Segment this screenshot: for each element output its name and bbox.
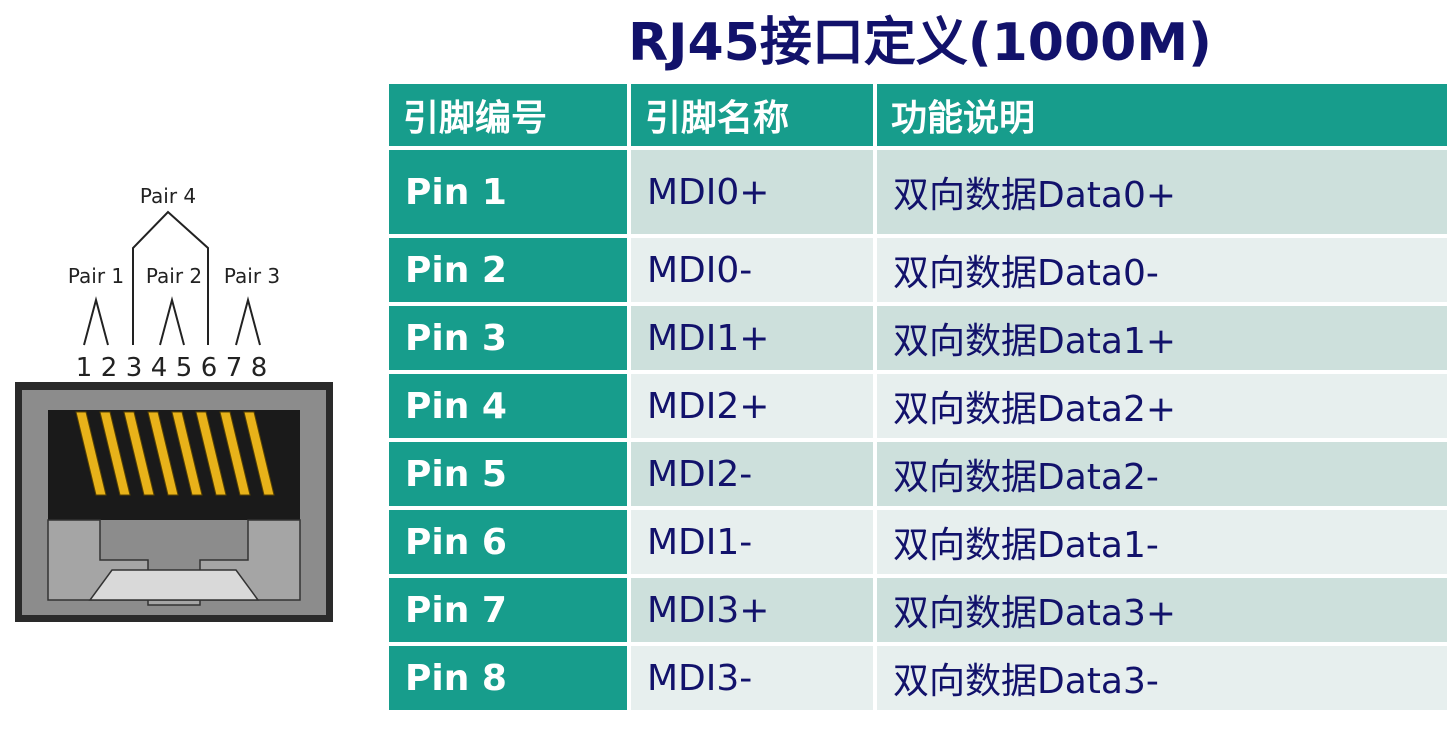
pin-function-cell: 双向数据Data0+ (877, 150, 1447, 234)
pair-4-label: Pair 4 (140, 184, 196, 208)
pin-function-cell: 双向数据Data3+ (877, 578, 1447, 642)
pin-name-cell: MDI1+ (631, 306, 873, 370)
pin-name-cell: MDI0- (631, 238, 873, 302)
pair-1-label: Pair 1 (68, 264, 124, 288)
table-row: Pin 8 MDI3- 双向数据Data3- (389, 646, 1447, 710)
pin-number-label: 2 (101, 353, 118, 383)
pin-number-cell: Pin 6 (389, 510, 627, 574)
pin-number-label: 8 (251, 353, 268, 383)
page-title: RJ45接口定义(1000M) (628, 13, 1212, 73)
pair-1-bracket (83, 296, 109, 346)
pin-name-cell: MDI3- (631, 646, 873, 710)
header-pin-number: 引脚编号 (389, 84, 627, 146)
pair-3-label: Pair 3 (224, 264, 280, 288)
table-row: Pin 6 MDI1- 双向数据Data1- (389, 510, 1447, 574)
table-header-row: 引脚编号 引脚名称 功能说明 (389, 84, 1447, 146)
table-row: Pin 1 MDI0+ 双向数据Data0+ (389, 150, 1447, 234)
pin-function-cell: 双向数据Data1+ (877, 306, 1447, 370)
pair-2-label: Pair 2 (146, 264, 202, 288)
pin-number-label: 6 (201, 353, 218, 383)
header-function: 功能说明 (877, 84, 1447, 146)
jack-latch-slot (88, 569, 260, 601)
pin-function-cell: 双向数据Data0- (877, 238, 1447, 302)
pair-3-bracket (235, 296, 261, 346)
pin-number-cell: Pin 3 (389, 306, 627, 370)
rj45-jack-diagram: Pair 4 Pair 1 Pair 2 Pair 3 12345678 (15, 184, 333, 622)
pin-name-cell: MDI0+ (631, 150, 873, 234)
header-pin-name: 引脚名称 (631, 84, 873, 146)
pair-2-bracket (159, 296, 185, 346)
pin-number-label: 7 (226, 353, 243, 383)
pin-name-cell: MDI2+ (631, 374, 873, 438)
pin-name-cell: MDI2- (631, 442, 873, 506)
pin-name-cell: MDI1- (631, 510, 873, 574)
pin-number-cell: Pin 7 (389, 578, 627, 642)
pin-definition-table: 引脚编号 引脚名称 功能说明 Pin 1 MDI0+ 双向数据Data0+ Pi… (385, 80, 1451, 714)
pin-number-label: 1 (76, 353, 93, 383)
pin-function-cell: 双向数据Data1- (877, 510, 1447, 574)
pin-function-cell: 双向数据Data2+ (877, 374, 1447, 438)
pin-number-cell: Pin 5 (389, 442, 627, 506)
pin-number-cell: Pin 1 (389, 150, 627, 234)
table-row: Pin 3 MDI1+ 双向数据Data1+ (389, 306, 1447, 370)
pin-number-cell: Pin 2 (389, 238, 627, 302)
pin-function-cell: 双向数据Data3- (877, 646, 1447, 710)
pin-number-label: 3 (126, 353, 143, 383)
pin-number-label: 4 (151, 353, 168, 383)
pin-number-label: 5 (176, 353, 193, 383)
pin-name-cell: MDI3+ (631, 578, 873, 642)
pin-function-cell: 双向数据Data2- (877, 442, 1447, 506)
pin-numbers: 12345678 (76, 353, 268, 383)
pin-number-cell: Pin 8 (389, 646, 627, 710)
table-row: Pin 4 MDI2+ 双向数据Data2+ (389, 374, 1447, 438)
table-row: Pin 5 MDI2- 双向数据Data2- (389, 442, 1447, 506)
table-row: Pin 7 MDI3+ 双向数据Data3+ (389, 578, 1447, 642)
table-row: Pin 2 MDI0- 双向数据Data0- (389, 238, 1447, 302)
pin-number-cell: Pin 4 (389, 374, 627, 438)
